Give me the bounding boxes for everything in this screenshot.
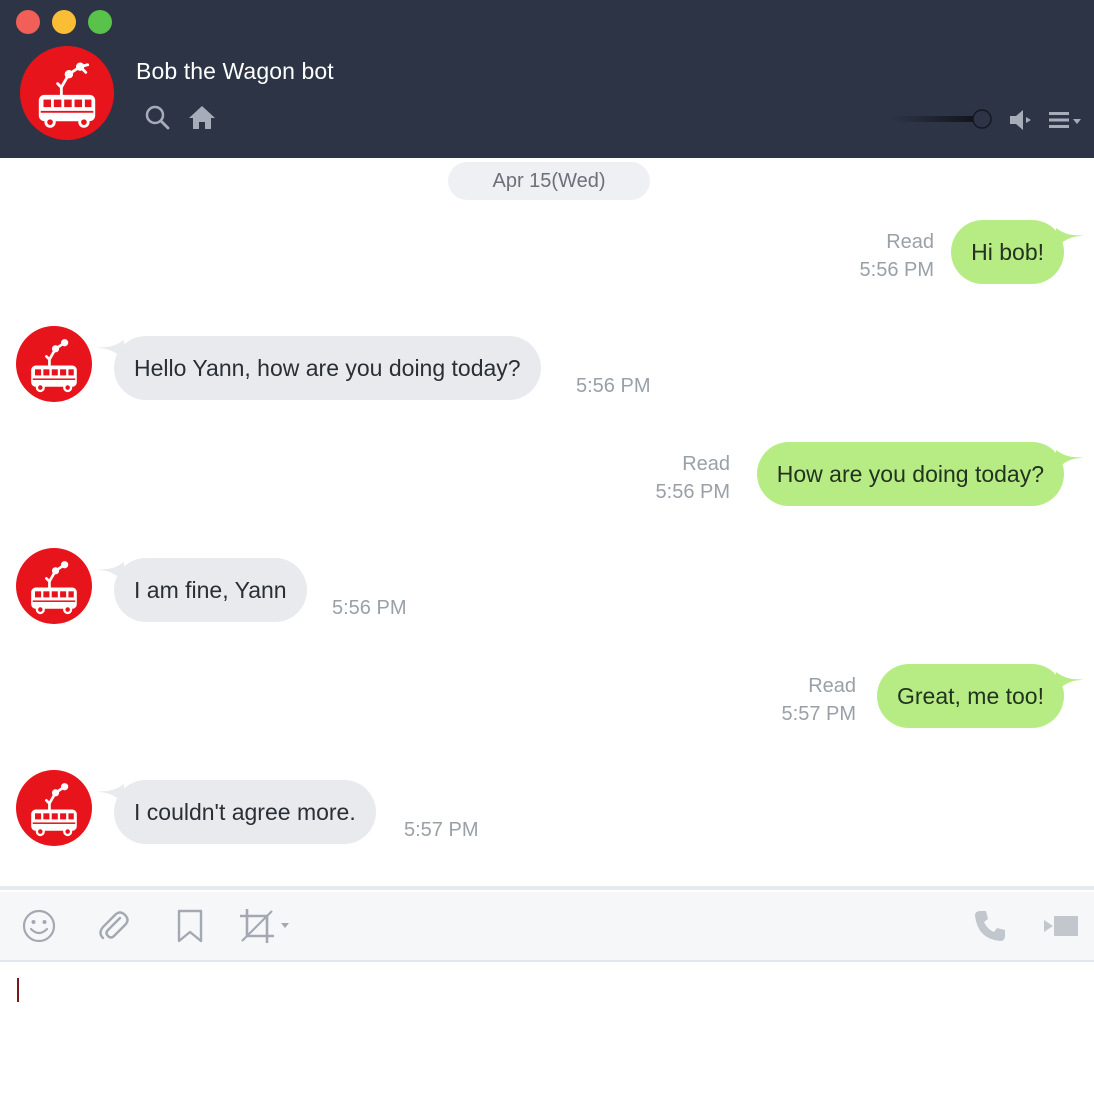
date-separator: Apr 15(Wed) bbox=[448, 162, 650, 200]
video-icon[interactable] bbox=[1040, 906, 1082, 946]
speaker-icon[interactable] bbox=[1006, 106, 1036, 134]
bubble-tail bbox=[1056, 450, 1083, 470]
composer-toolbar bbox=[0, 892, 1094, 962]
bot-avatar[interactable] bbox=[16, 326, 92, 402]
message-bubble-incoming[interactable]: I couldn't agree more. bbox=[114, 780, 376, 844]
message-time: 5:56 PM bbox=[859, 259, 934, 281]
message-time: 5:56 PM bbox=[655, 481, 730, 503]
crop-icon[interactable] bbox=[237, 906, 295, 946]
search-icon[interactable] bbox=[142, 102, 172, 132]
home-icon[interactable] bbox=[187, 102, 217, 132]
message-bubble-outgoing[interactable]: Great, me too! bbox=[876, 664, 1064, 728]
bubble-tail bbox=[1056, 228, 1083, 248]
chat-title: Bob the Wagon bot bbox=[136, 58, 334, 84]
window-maximize-button[interactable] bbox=[88, 10, 112, 34]
menu-icon[interactable] bbox=[1046, 108, 1086, 132]
paperclip-icon[interactable] bbox=[94, 906, 134, 946]
message-time: 5:57 PM bbox=[404, 819, 479, 841]
volume-slider[interactable] bbox=[890, 108, 994, 130]
bot-avatar[interactable] bbox=[16, 548, 92, 624]
message-time: 5:56 PM bbox=[576, 375, 651, 397]
message-time: 5:57 PM bbox=[781, 703, 856, 725]
window-minimize-button[interactable] bbox=[52, 10, 76, 34]
message-bubble-outgoing[interactable]: How are you doing today? bbox=[756, 442, 1064, 506]
bot-avatar[interactable] bbox=[16, 770, 92, 846]
message-bubble-outgoing[interactable]: Hi bob! bbox=[951, 220, 1064, 284]
message-meta: Read 5:56 PM bbox=[860, 228, 934, 284]
read-status: Read bbox=[808, 675, 856, 697]
bot-avatar[interactable] bbox=[20, 46, 114, 140]
message-list[interactable]: Apr 15(Wed) Read 5:56 PM Hi bob! Hello Y… bbox=[0, 158, 1094, 886]
window-close-button[interactable] bbox=[16, 10, 40, 34]
composer-divider bbox=[0, 886, 1094, 890]
message-meta: Read 5:57 PM bbox=[782, 672, 856, 728]
read-status: Read bbox=[886, 231, 934, 253]
message-bubble-incoming[interactable]: I am fine, Yann bbox=[114, 558, 307, 622]
bubble-tail bbox=[1056, 672, 1083, 692]
phone-icon[interactable] bbox=[970, 906, 1010, 946]
bookmark-icon[interactable] bbox=[170, 906, 210, 946]
message-time: 5:56 PM bbox=[332, 597, 407, 619]
chat-header: Bob the Wagon bot bbox=[0, 0, 1094, 158]
message-input[interactable] bbox=[0, 962, 1094, 1094]
message-meta: Read 5:56 PM bbox=[656, 450, 730, 506]
read-status: Read bbox=[682, 453, 730, 475]
message-bubble-incoming[interactable]: Hello Yann, how are you doing today? bbox=[114, 336, 541, 400]
emoji-icon[interactable] bbox=[19, 906, 59, 946]
